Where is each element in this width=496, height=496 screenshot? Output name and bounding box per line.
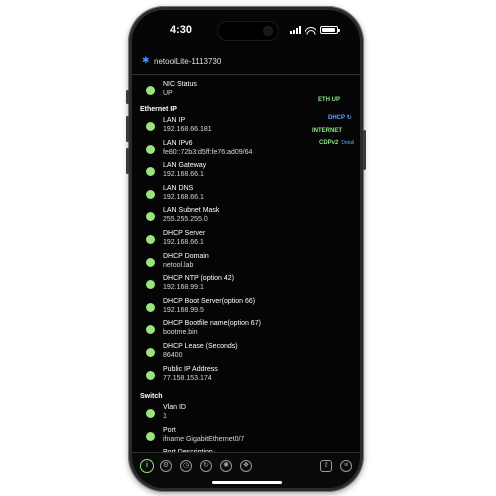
status-dot-icon [146,212,155,222]
tab-tag-icon[interactable]: ❖ [240,460,252,472]
status-dot-icon [146,348,155,357]
tab-clock-icon[interactable]: ◷ [180,460,192,472]
item-label: NIC Status [163,81,197,88]
status-dot-icon [146,167,155,177]
list-item-eth-0[interactable]: LAN IP 192.168.66.181 [146,116,296,138]
battery-icon [320,26,340,34]
bluetooth-icon: ✱ [142,55,150,65]
status-icons [290,25,340,35]
tab-info-icon[interactable]: i [140,459,154,473]
list-item-eth-2[interactable]: LAN Gateway 192.168.66.1 [146,161,296,183]
item-label: DHCP Bootfile name(option 67) [163,320,261,328]
list-item-eth-5[interactable]: DHCP Server 192.168.66.1 [146,229,296,251]
item-value: 192.168.99.5 [163,306,204,314]
item-label: DHCP Domain [163,252,209,260]
item-label: DHCP Boot Server(option 66) [163,297,256,305]
list-item-eth-7[interactable]: DHCP NTP (option 42) 192.168.99.1 [146,274,296,296]
status-dot-icon [146,325,155,335]
status-dot-icon [146,409,155,418]
item-label: LAN IPv6 [163,139,193,147]
info-list[interactable]: NIC Status UP Ethernet IP LAN IP 192.168.66.… [132,76,360,452]
item-value: fe80::72b3:d5ff:fe76:ad09/64 [163,148,253,156]
item-value: 1 [163,413,167,420]
tab-sun-icon[interactable]: ✺ [220,460,232,472]
item-value: 192.168.66.1 [163,193,204,201]
status-dot-icon [146,86,155,95]
tab-menu-icon[interactable]: ≡ [340,460,352,472]
list-item-eth-3[interactable]: LAN DNS 192.168.66.1 [146,184,296,206]
phone-frame: 4:30 ✱ netoolLite-1113730 ETH UP DHCP ↻ … [126,6,366,492]
item-label: LAN IP [163,117,186,124]
item-value: 192.168.66.181 [163,126,212,133]
status-dot-icon [146,122,155,131]
status-time: 4:30 [170,24,193,36]
status-dot-icon [146,144,155,154]
volume-up-button [126,116,129,142]
status-dot-icon [146,189,155,199]
home-indicator[interactable] [212,481,282,484]
list-item-switch-0[interactable]: Vlan ID 1 [146,403,296,425]
item-value: netool.lab [163,261,194,269]
list-item-eth-1[interactable]: LAN IPv6 fe80::72b3:d5ff:fe76:ad09/64 [146,139,296,161]
item-label: Vlan ID [163,404,186,411]
power-button [363,130,366,170]
status-dot-icon [146,370,155,380]
list-item-eth-8[interactable]: DHCP Boot Server(option 66) 192.168.99.5 [146,297,296,319]
tab-gear-icon[interactable]: ⚙ [160,460,172,472]
app-screen: 4:30 ✱ netoolLite-1113730 ETH UP DHCP ↻ … [132,10,360,488]
status-dot-icon [146,235,155,244]
list-item-eth-4[interactable]: LAN Subnet Mask 255.255.255.0 [146,206,296,228]
item-label: LAN Gateway [163,162,207,170]
status-dot-icon [146,302,155,312]
item-label: DHCP NTP (option 42) [163,275,234,283]
tab-share-icon[interactable]: ⇧ [320,460,332,472]
camera-icon [264,27,272,35]
dynamic-island [218,22,278,40]
item-label: Public IP Address [163,365,218,373]
item-label: DHCP Lease (Seconds) [163,343,238,350]
device-name[interactable]: netoolLite-1113730 [154,57,221,66]
item-label: LAN Subnet Mask [163,207,220,215]
item-value: bootme.bin [163,329,198,337]
status-bar: 4:30 [132,10,360,50]
section-ethernet-ip: Ethernet IP [140,106,177,113]
status-dot-icon [146,431,155,441]
volume-down-button [126,148,129,174]
item-label: Port [163,426,176,434]
mute-switch [126,90,129,104]
list-item-eth-6[interactable]: DHCP Domain netool.lab [146,252,296,274]
status-dot-icon [146,280,155,290]
item-value: 192.168.66.1 [163,239,204,246]
item-value: 192.168.99.1 [163,284,204,292]
list-item-switch-1[interactable]: Port ifname GigabitEthernet0/7 [146,426,296,448]
item-value: UP [163,90,173,97]
item-value: 77.158.153.174 [163,374,212,382]
section-switch: Switch [140,393,163,400]
bottom-tab-bar: i ⚙ ◷ ↻ ✺ ❖ ⇧ ≡ [132,452,360,488]
item-value: 192.168.66.1 [163,171,204,179]
wifi-icon [305,25,316,35]
list-item-eth-9[interactable]: DHCP Bootfile name(option 67) bootme.bin [146,319,296,341]
cellular-signal-icon [290,26,301,34]
item-value: 86400 [163,352,183,359]
item-value: 255.255.255.0 [163,216,208,224]
item-label: LAN DNS [163,184,194,192]
item-value: ifname GigabitEthernet0/7 [163,435,245,443]
status-dot-icon [146,257,155,267]
tab-refresh-icon[interactable]: ↻ [200,460,212,472]
list-item-eth-11[interactable]: Public IP Address 77.158.153.174 [146,365,296,387]
list-item-eth-10[interactable]: DHCP Lease (Seconds) 86400 [146,342,296,364]
device-header: ✱ netoolLite-1113730 [132,50,360,75]
list-item-nic-status[interactable]: NIC Status UP [146,80,296,102]
item-label: DHCP Server [163,230,206,237]
